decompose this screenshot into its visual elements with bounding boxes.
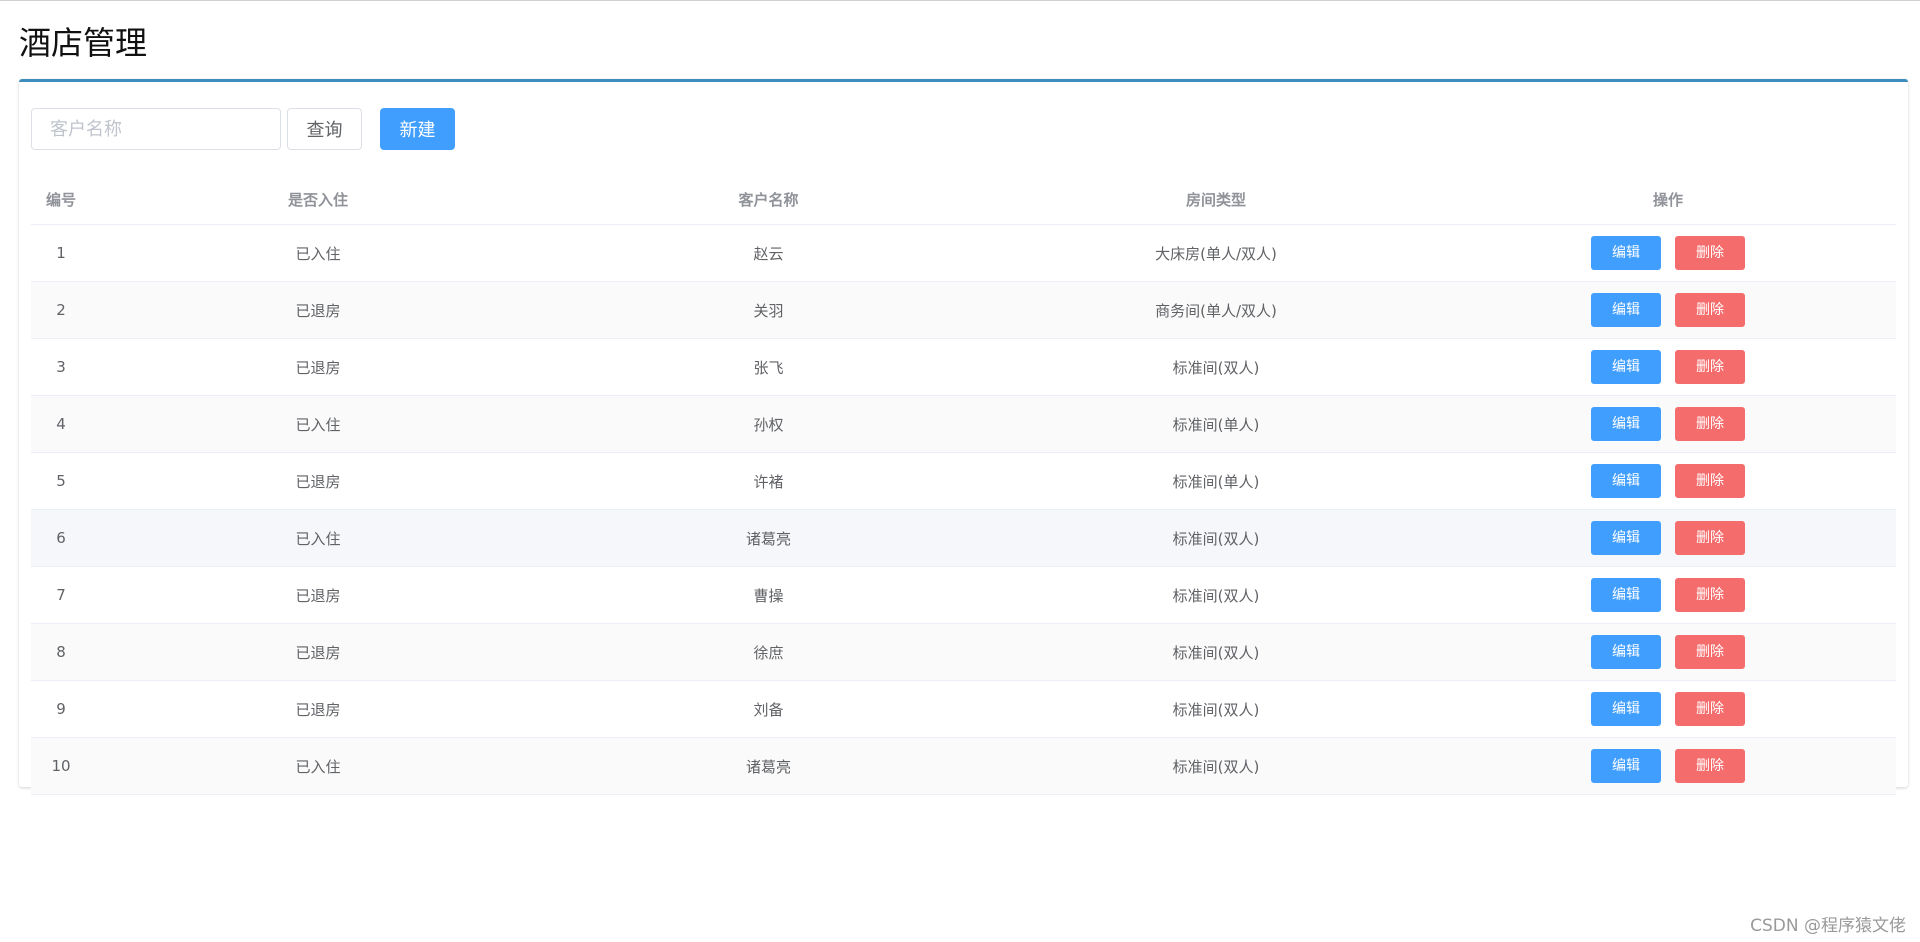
- cell-ops: 编辑 删除: [1440, 338, 1896, 396]
- content-card: 查询 新建 编号 是否入住 客户名称 房间类型: [19, 79, 1908, 795]
- cell-ops: 编辑 删除: [1440, 452, 1896, 510]
- cell-status: 已退房: [91, 623, 545, 681]
- cell-name: 赵云: [545, 224, 992, 282]
- delete-button[interactable]: 删除: [1675, 521, 1745, 555]
- cell-id: 10: [31, 737, 91, 795]
- cell-status: 已入住: [91, 509, 545, 567]
- delete-button[interactable]: 删除: [1675, 407, 1745, 441]
- cell-status: 已退房: [91, 680, 545, 738]
- edit-button[interactable]: 编辑: [1591, 635, 1661, 669]
- cell-room: 标准间(双人): [992, 623, 1440, 681]
- header-status: 是否入住: [91, 174, 545, 225]
- cell-id: 2: [31, 281, 91, 339]
- cell-room: 标准间(双人): [992, 737, 1440, 795]
- cell-room: 标准间(双人): [992, 566, 1440, 624]
- table-row: 3 已退房 张飞 标准间(双人) 编辑 删除: [31, 338, 1896, 396]
- edit-button[interactable]: 编辑: [1591, 692, 1661, 726]
- cell-id: 1: [31, 224, 91, 282]
- header-id: 编号: [31, 174, 91, 225]
- table-row: 8 已退房 徐庶 标准间(双人) 编辑 删除: [31, 623, 1896, 681]
- page-title: 酒店管理: [19, 24, 148, 62]
- cell-name: 许褚: [545, 452, 992, 510]
- delete-button[interactable]: 删除: [1675, 749, 1745, 783]
- cell-ops: 编辑 删除: [1440, 395, 1896, 453]
- cell-name: 关羽: [545, 281, 992, 339]
- hotel-table: 编号 是否入住 客户名称 房间类型 操作 1 已入住 赵云 大床房(单人/双人): [31, 174, 1896, 795]
- cell-status: 已退房: [91, 452, 545, 510]
- table-row: 4 已入住 孙权 标准间(单人) 编辑 删除: [31, 395, 1896, 453]
- page: 酒店管理 查询 新建 编号 是否入住 客户名称: [0, 0, 1920, 942]
- delete-button[interactable]: 删除: [1675, 464, 1745, 498]
- cell-room: 标准间(双人): [992, 680, 1440, 738]
- cell-ops: 编辑 删除: [1440, 566, 1896, 624]
- query-button[interactable]: 查询: [287, 108, 362, 150]
- delete-button[interactable]: 删除: [1675, 578, 1745, 612]
- table-row: 1 已入住 赵云 大床房(单人/双人) 编辑 删除: [31, 224, 1896, 282]
- cell-name: 曹操: [545, 566, 992, 624]
- search-input[interactable]: [31, 108, 281, 150]
- cell-id: 6: [31, 509, 91, 567]
- cell-id: 4: [31, 395, 91, 453]
- delete-button[interactable]: 删除: [1675, 692, 1745, 726]
- edit-button[interactable]: 编辑: [1591, 407, 1661, 441]
- cell-name: 诸葛亮: [545, 509, 992, 567]
- cell-ops: 编辑 删除: [1440, 224, 1896, 282]
- cell-status: 已入住: [91, 395, 545, 453]
- cell-name: 刘备: [545, 680, 992, 738]
- table-row: 6 已入住 诸葛亮 标准间(双人) 编辑 删除: [31, 509, 1896, 567]
- cell-status: 已退房: [91, 338, 545, 396]
- toolbar: 查询 新建: [31, 108, 455, 150]
- delete-button[interactable]: 删除: [1675, 293, 1745, 327]
- cell-name: 诸葛亮: [545, 737, 992, 795]
- edit-button[interactable]: 编辑: [1591, 350, 1661, 384]
- table-row: 2 已退房 关羽 商务间(单人/双人) 编辑 删除: [31, 281, 1896, 339]
- table-container: 编号 是否入住 客户名称 房间类型 操作 1 已入住 赵云 大床房(单人/双人): [31, 174, 1896, 795]
- table-row: 5 已退房 许褚 标准间(单人) 编辑 删除: [31, 452, 1896, 510]
- cell-status: 已退房: [91, 281, 545, 339]
- table-header-row: 编号 是否入住 客户名称 房间类型 操作: [31, 174, 1896, 225]
- cell-name: 徐庶: [545, 623, 992, 681]
- cell-room: 标准间(单人): [992, 452, 1440, 510]
- cell-room: 标准间(双人): [992, 338, 1440, 396]
- watermark: CSDN @程序猿文佬: [1750, 916, 1906, 936]
- delete-button[interactable]: 删除: [1675, 350, 1745, 384]
- edit-button[interactable]: 编辑: [1591, 521, 1661, 555]
- cell-id: 5: [31, 452, 91, 510]
- cell-id: 8: [31, 623, 91, 681]
- cell-ops: 编辑 删除: [1440, 509, 1896, 567]
- table-row: 7 已退房 曹操 标准间(双人) 编辑 删除: [31, 566, 1896, 624]
- cell-status: 已入住: [91, 224, 545, 282]
- table-row: 9 已退房 刘备 标准间(双人) 编辑 删除: [31, 680, 1896, 738]
- cell-room: 大床房(单人/双人): [992, 224, 1440, 282]
- edit-button[interactable]: 编辑: [1591, 578, 1661, 612]
- edit-button[interactable]: 编辑: [1591, 464, 1661, 498]
- header-ops: 操作: [1440, 174, 1896, 225]
- cell-id: 3: [31, 338, 91, 396]
- cell-status: 已退房: [91, 566, 545, 624]
- cell-id: 7: [31, 566, 91, 624]
- cell-ops: 编辑 删除: [1440, 281, 1896, 339]
- edit-button[interactable]: 编辑: [1591, 236, 1661, 270]
- cell-id: 9: [31, 680, 91, 738]
- cell-status: 已入住: [91, 737, 545, 795]
- cell-room: 标准间(单人): [992, 395, 1440, 453]
- edit-button[interactable]: 编辑: [1591, 293, 1661, 327]
- cell-room: 商务间(单人/双人): [992, 281, 1440, 339]
- header-name: 客户名称: [545, 174, 992, 225]
- cell-name: 孙权: [545, 395, 992, 453]
- delete-button[interactable]: 删除: [1675, 236, 1745, 270]
- cell-ops: 编辑 删除: [1440, 623, 1896, 681]
- edit-button[interactable]: 编辑: [1591, 749, 1661, 783]
- cell-ops: 编辑 删除: [1440, 737, 1896, 795]
- table-row: 10 已入住 诸葛亮 标准间(双人) 编辑 删除: [31, 737, 1896, 795]
- new-button[interactable]: 新建: [380, 108, 455, 150]
- header-room: 房间类型: [992, 174, 1440, 225]
- cell-ops: 编辑 删除: [1440, 680, 1896, 738]
- delete-button[interactable]: 删除: [1675, 635, 1745, 669]
- cell-name: 张飞: [545, 338, 992, 396]
- cell-room: 标准间(双人): [992, 509, 1440, 567]
